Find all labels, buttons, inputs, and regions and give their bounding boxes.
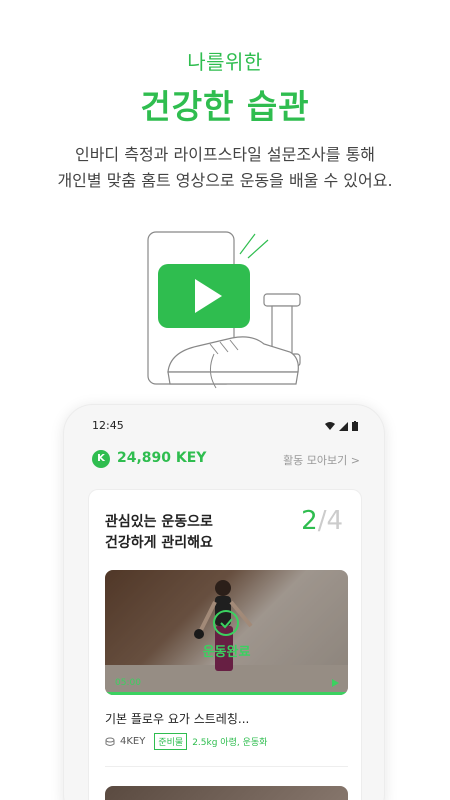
completed-label: 운동완료 xyxy=(202,645,251,660)
battery-icon xyxy=(352,421,358,431)
progress-total: /4 xyxy=(317,506,343,536)
card-divider xyxy=(105,766,348,767)
app-screen: 나를위한 건강한 습관 인바디 측정과 라이프스타일 설문조사를 통해 개인별 … xyxy=(0,0,450,800)
video-thumbnail[interactable]: 운동완료 05:00 xyxy=(105,570,348,695)
status-icons xyxy=(325,421,358,431)
card-title-line2: 건강하게 관리해요 xyxy=(105,535,213,551)
progress-current: 2 xyxy=(301,506,318,536)
activity-summary-link[interactable]: 활동 모아보기 > xyxy=(283,452,360,468)
card-title: 관심있는 운동으로 건강하게 관리해요 xyxy=(105,512,213,554)
video-progress-track xyxy=(105,692,348,695)
video-duration: 05:00 xyxy=(115,678,141,688)
prep-tag: 준비물 xyxy=(154,733,188,750)
status-bar: 12:45 xyxy=(92,419,358,435)
promo-description-line2: 개인별 맞춤 홈트 영상으로 운동을 배울 수 있어요. xyxy=(57,171,393,190)
exercise-card: 관심있는 운동으로 건강하게 관리해요 2/4 운동완료 05:00 기본 플로… xyxy=(88,489,362,800)
coin-stack-icon xyxy=(105,737,115,746)
video-title[interactable]: 기본 플로우 요가 스트레칭... xyxy=(105,710,249,727)
phone-mockup: 12:45 K 24,890 KEY 활동 모아보기 > 관심있는 운동으로 건… xyxy=(63,404,385,800)
play-icon[interactable] xyxy=(332,679,339,687)
prep-items: 2.5kg 아령, 운동화 xyxy=(192,738,268,748)
key-summary-row: K 24,890 KEY 활동 모아보기 > xyxy=(92,449,360,471)
promo-subtitle: 나를위한 xyxy=(187,50,263,74)
key-badge-icon: K xyxy=(92,450,110,468)
signal-icon xyxy=(339,421,348,431)
next-video-thumbnail[interactable] xyxy=(105,786,348,800)
card-progress-counter: 2/4 xyxy=(301,506,343,536)
status-time: 12:45 xyxy=(92,419,124,432)
check-circle-icon xyxy=(213,610,239,636)
video-meta-row: 4KEY 준비물 2.5kg 아령, 운동화 xyxy=(105,733,267,750)
promo-title: 건강한 습관 xyxy=(140,87,310,126)
phone-shoe-illustration xyxy=(147,231,301,389)
video-progress-fill xyxy=(105,692,348,695)
key-cost: 4KEY xyxy=(120,736,146,747)
promo-description: 인바디 측정과 라이프스타일 설문조사를 통해 개인별 맞춤 홈트 영상으로 운… xyxy=(0,142,450,194)
promo-description-line1: 인바디 측정과 라이프스타일 설문조사를 통해 xyxy=(74,145,376,164)
wifi-icon xyxy=(325,422,335,430)
card-title-line1: 관심있는 운동으로 xyxy=(105,514,213,530)
key-balance: 24,890 KEY xyxy=(117,450,207,466)
